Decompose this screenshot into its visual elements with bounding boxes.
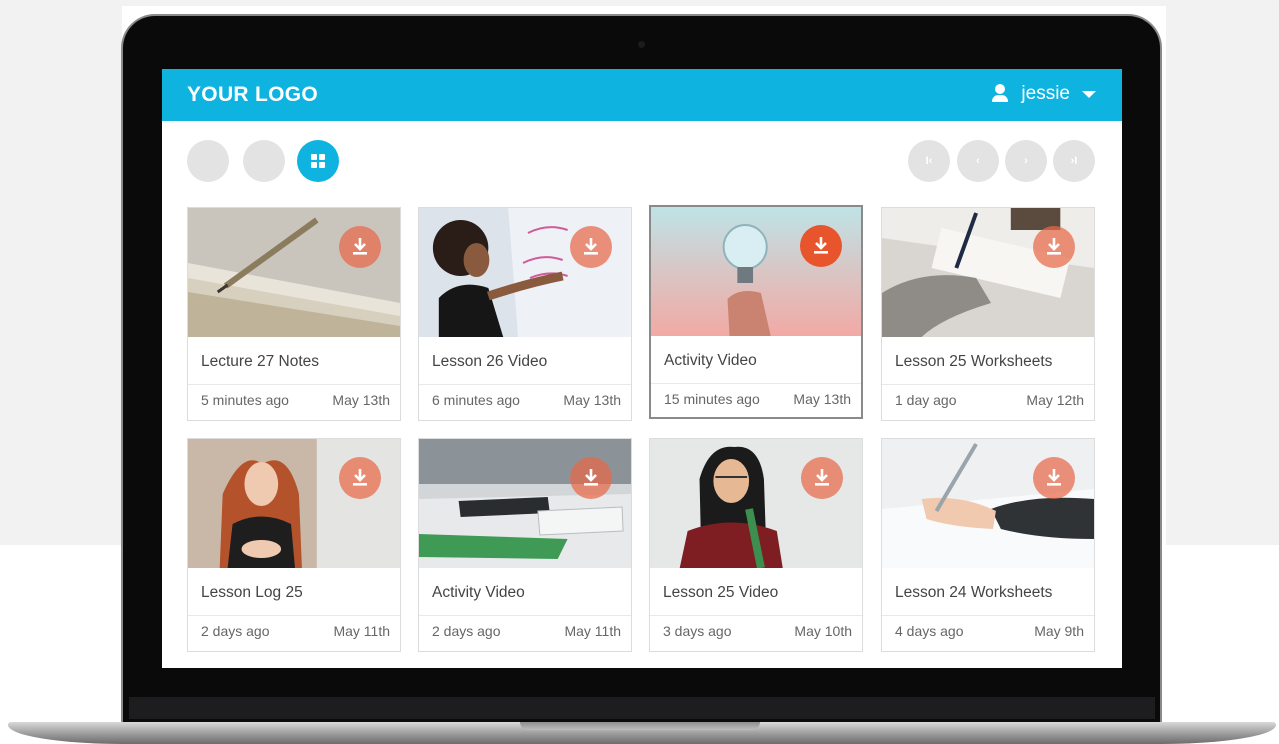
chevron-left-icon: ‹ (976, 155, 980, 167)
card-divider (188, 384, 400, 385)
download-button[interactable] (570, 226, 612, 268)
grid-view-button[interactable] (297, 140, 339, 182)
logo[interactable]: YOUR LOGO (187, 83, 318, 107)
download-icon (1047, 469, 1061, 486)
username: jessie (1021, 83, 1070, 104)
card-divider (882, 384, 1094, 385)
chevron-right-icon: › (1024, 155, 1028, 167)
download-icon (584, 238, 598, 255)
card-date: May 11th (564, 623, 621, 639)
card-date: May 13th (332, 392, 390, 408)
card-divider (419, 384, 631, 385)
download-icon (1047, 238, 1061, 255)
last-page-icon: ›I (1070, 155, 1078, 167)
user-icon (991, 84, 1009, 104)
media-card[interactable]: Lesson 25 Video 3 days ago May 10th (649, 438, 863, 652)
media-card[interactable]: Lesson 26 Video 6 minutes ago May 13th (418, 207, 632, 421)
card-title: Lesson Log 25 (201, 584, 303, 601)
download-icon (353, 238, 367, 255)
media-card-selected[interactable]: Activity Video 15 minutes ago May 13th (649, 205, 863, 419)
card-date: May 10th (794, 623, 852, 639)
user-menu[interactable]: jessie (991, 83, 1096, 105)
next-page-button[interactable]: › (1005, 140, 1047, 182)
card-time: 15 minutes ago (664, 391, 760, 407)
card-time: 5 minutes ago (201, 392, 289, 408)
card-date: May 9th (1034, 623, 1084, 639)
card-time: 4 days ago (895, 623, 964, 639)
card-title: Lesson 26 Video (432, 353, 548, 370)
grid-view-icon (311, 154, 325, 168)
card-time: 2 days ago (432, 623, 501, 639)
download-button[interactable] (339, 457, 381, 499)
download-icon (353, 469, 367, 486)
card-time: 2 days ago (201, 623, 270, 639)
card-divider (419, 615, 631, 616)
top-bar: YOUR LOGO jessie (162, 69, 1122, 121)
download-icon (584, 469, 598, 486)
download-button[interactable] (800, 225, 842, 267)
prev-page-button[interactable]: ‹ (957, 140, 999, 182)
card-time: 6 minutes ago (432, 392, 520, 408)
card-time: 3 days ago (663, 623, 732, 639)
media-card[interactable]: Lesson Log 25 2 days ago May 11th (187, 438, 401, 652)
last-page-button[interactable]: ›I (1053, 140, 1095, 182)
media-card[interactable]: Activity Video 2 days ago May 11th (418, 438, 632, 652)
card-divider (650, 615, 862, 616)
card-date: May 12th (1026, 392, 1084, 408)
laptop-chin (129, 697, 1155, 719)
webcam (638, 41, 645, 48)
laptop-notch (520, 722, 760, 730)
card-divider (651, 383, 861, 384)
download-button[interactable] (801, 457, 843, 499)
card-time: 1 day ago (895, 392, 957, 408)
media-card[interactable]: Lesson 24 Worksheets 4 days ago May 9th (881, 438, 1095, 652)
app-screen: YOUR LOGO jessie I‹ ‹ › ›I Lecture 27 No… (162, 69, 1122, 668)
view-option-1-button[interactable] (187, 140, 229, 182)
card-date: May 11th (333, 623, 390, 639)
download-button[interactable] (1033, 226, 1075, 268)
card-title: Activity Video (432, 584, 525, 601)
media-card[interactable]: Lesson 25 Worksheets 1 day ago May 12th (881, 207, 1095, 421)
first-page-icon: I‹ (925, 155, 933, 167)
card-divider (188, 615, 400, 616)
media-card[interactable]: Lecture 27 Notes 5 minutes ago May 13th (187, 207, 401, 421)
download-button[interactable] (1033, 457, 1075, 499)
card-title: Lesson 24 Worksheets (895, 584, 1053, 601)
download-button[interactable] (570, 457, 612, 499)
first-page-button[interactable]: I‹ (908, 140, 950, 182)
card-date: May 13th (793, 391, 851, 407)
view-option-2-button[interactable] (243, 140, 285, 182)
download-button[interactable] (339, 226, 381, 268)
card-date: May 13th (563, 392, 621, 408)
download-icon (814, 237, 828, 254)
card-divider (882, 615, 1094, 616)
card-title: Activity Video (664, 352, 757, 369)
card-title: Lesson 25 Worksheets (895, 353, 1053, 370)
download-icon (815, 469, 829, 486)
card-title: Lecture 27 Notes (201, 353, 320, 370)
caret-down-icon (1082, 90, 1096, 98)
card-title: Lesson 25 Video (663, 584, 779, 601)
